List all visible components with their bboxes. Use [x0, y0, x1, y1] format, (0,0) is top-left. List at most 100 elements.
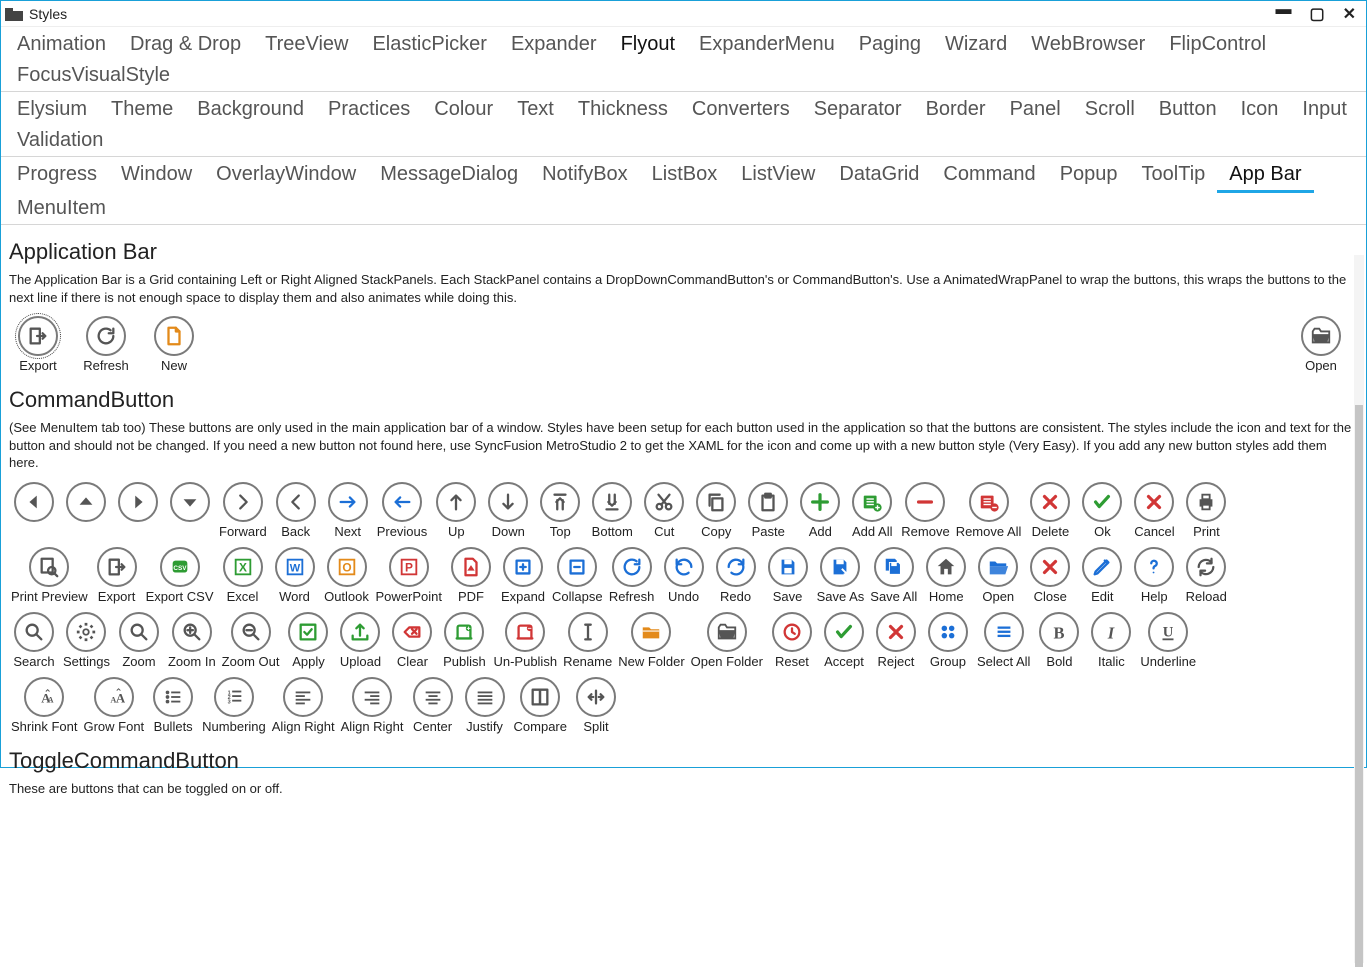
powerpoint-button[interactable]: PPowerPoint — [374, 547, 444, 604]
arrow-down-button[interactable] — [165, 482, 215, 539]
group-button[interactable]: Group — [923, 612, 973, 669]
tab-wizard[interactable]: Wizard — [933, 29, 1019, 60]
clear-button[interactable]: Clear — [387, 612, 437, 669]
tab-converters[interactable]: Converters — [680, 94, 802, 125]
compare-button[interactable]: Compare — [512, 677, 569, 734]
top-button[interactable]: Top — [535, 482, 585, 539]
expand-button[interactable]: Expand — [498, 547, 548, 604]
copy-button[interactable]: Copy — [691, 482, 741, 539]
edit-button[interactable]: Edit — [1077, 547, 1127, 604]
export-button[interactable]: Export — [92, 547, 142, 604]
open-button[interactable]: Open — [1292, 316, 1350, 373]
tab-window[interactable]: Window — [109, 159, 204, 193]
tab-overlaywindow[interactable]: OverlayWindow — [204, 159, 368, 193]
search-button[interactable]: Search — [9, 612, 59, 669]
tab-progress[interactable]: Progress — [5, 159, 109, 193]
select-all-button[interactable]: Select All — [975, 612, 1032, 669]
tab-treeview[interactable]: TreeView — [253, 29, 360, 60]
tab-background[interactable]: Background — [185, 94, 316, 125]
close-button[interactable]: ✕ — [1343, 4, 1356, 24]
tab-expander[interactable]: Expander — [499, 29, 609, 60]
tab-flipcontrol[interactable]: FlipControl — [1157, 29, 1278, 60]
tab-input[interactable]: Input — [1290, 94, 1358, 125]
outlook-button[interactable]: OOutlook — [322, 547, 372, 604]
align-right-button[interactable]: Align Right — [270, 677, 337, 734]
tab-popup[interactable]: Popup — [1048, 159, 1130, 193]
zoom-in-button[interactable]: Zoom In — [166, 612, 218, 669]
rename-button[interactable]: Rename — [561, 612, 614, 669]
italic-button[interactable]: IItalic — [1086, 612, 1136, 669]
grow-font-button[interactable]: AAGrow Font — [81, 677, 146, 734]
tab-focusvisualstyle[interactable]: FocusVisualStyle — [5, 60, 182, 91]
tab-border[interactable]: Border — [914, 94, 998, 125]
excel-button[interactable]: XExcel — [218, 547, 268, 604]
tab-menuitem[interactable]: MenuItem — [5, 193, 118, 224]
tab-notifybox[interactable]: NotifyBox — [530, 159, 640, 193]
up-button[interactable]: Up — [431, 482, 481, 539]
tab-scroll[interactable]: Scroll — [1073, 94, 1147, 125]
center-button[interactable]: Center — [408, 677, 458, 734]
reject-button[interactable]: Reject — [871, 612, 921, 669]
delete-button[interactable]: Delete — [1025, 482, 1075, 539]
open-button[interactable]: Open — [973, 547, 1023, 604]
tab-validation[interactable]: Validation — [5, 125, 115, 156]
save-all-button[interactable]: Save All — [868, 547, 919, 604]
tab-listbox[interactable]: ListBox — [640, 159, 730, 193]
tab-icon[interactable]: Icon — [1229, 94, 1291, 125]
align-right-button[interactable]: Align Right — [339, 677, 406, 734]
tab-separator[interactable]: Separator — [802, 94, 914, 125]
tab-button[interactable]: Button — [1147, 94, 1229, 125]
tab-thickness[interactable]: Thickness — [566, 94, 680, 125]
refresh-button[interactable]: Refresh — [77, 316, 135, 373]
accept-button[interactable]: Accept — [819, 612, 869, 669]
tab-expandermenu[interactable]: ExpanderMenu — [687, 29, 847, 60]
tab-command[interactable]: Command — [931, 159, 1047, 193]
save-button[interactable]: Save — [763, 547, 813, 604]
arrow-right-button[interactable] — [113, 482, 163, 539]
maximize-button[interactable]: ▢ — [1309, 4, 1324, 24]
tab-theme[interactable]: Theme — [99, 94, 185, 125]
publish-button[interactable]: Publish — [439, 612, 489, 669]
underline-button[interactable]: UUnderline — [1138, 612, 1198, 669]
down-button[interactable]: Down — [483, 482, 533, 539]
tab-webbrowser[interactable]: WebBrowser — [1019, 29, 1157, 60]
print-preview-button[interactable]: Print Preview — [9, 547, 90, 604]
close-button[interactable]: Close — [1025, 547, 1075, 604]
tab-drag-drop[interactable]: Drag & Drop — [118, 29, 253, 60]
collapse-button[interactable]: Collapse — [550, 547, 605, 604]
save-as-button[interactable]: Save As — [815, 547, 867, 604]
word-button[interactable]: WWord — [270, 547, 320, 604]
minimize-button[interactable]: ▬ — [1275, 1, 1291, 21]
forward-button[interactable]: Forward — [217, 482, 269, 539]
tab-elasticpicker[interactable]: ElasticPicker — [360, 29, 498, 60]
scrollbar[interactable] — [1354, 255, 1364, 963]
tab-animation[interactable]: Animation — [5, 29, 118, 60]
undo-button[interactable]: Undo — [659, 547, 709, 604]
home-button[interactable]: Home — [921, 547, 971, 604]
bold-button[interactable]: BBold — [1034, 612, 1084, 669]
new-button[interactable]: New — [145, 316, 203, 373]
tab-datagrid[interactable]: DataGrid — [827, 159, 931, 193]
tab-messagedialog[interactable]: MessageDialog — [368, 159, 530, 193]
tab-listview[interactable]: ListView — [729, 159, 827, 193]
remove-all-button[interactable]: Remove All — [954, 482, 1024, 539]
un-publish-button[interactable]: Un-Publish — [491, 612, 559, 669]
upload-button[interactable]: Upload — [335, 612, 385, 669]
zoom-out-button[interactable]: Zoom Out — [220, 612, 282, 669]
ok-button[interactable]: Ok — [1077, 482, 1127, 539]
arrow-up-button[interactable] — [61, 482, 111, 539]
tab-practices[interactable]: Practices — [316, 94, 422, 125]
refresh-button[interactable]: Refresh — [607, 547, 657, 604]
new-folder-button[interactable]: New Folder — [616, 612, 686, 669]
zoom-button[interactable]: Zoom — [114, 612, 164, 669]
paste-button[interactable]: Paste — [743, 482, 793, 539]
tab-flyout[interactable]: Flyout — [609, 29, 687, 60]
export-csv-button[interactable]: CSVExport CSV — [144, 547, 216, 604]
tab-text[interactable]: Text — [505, 94, 566, 125]
bullets-button[interactable]: Bullets — [148, 677, 198, 734]
tab-elysium[interactable]: Elysium — [5, 94, 99, 125]
cut-button[interactable]: Cut — [639, 482, 689, 539]
back-button[interactable]: Back — [271, 482, 321, 539]
shrink-font-button[interactable]: AAShrink Font — [9, 677, 79, 734]
tab-tooltip[interactable]: ToolTip — [1130, 159, 1218, 193]
